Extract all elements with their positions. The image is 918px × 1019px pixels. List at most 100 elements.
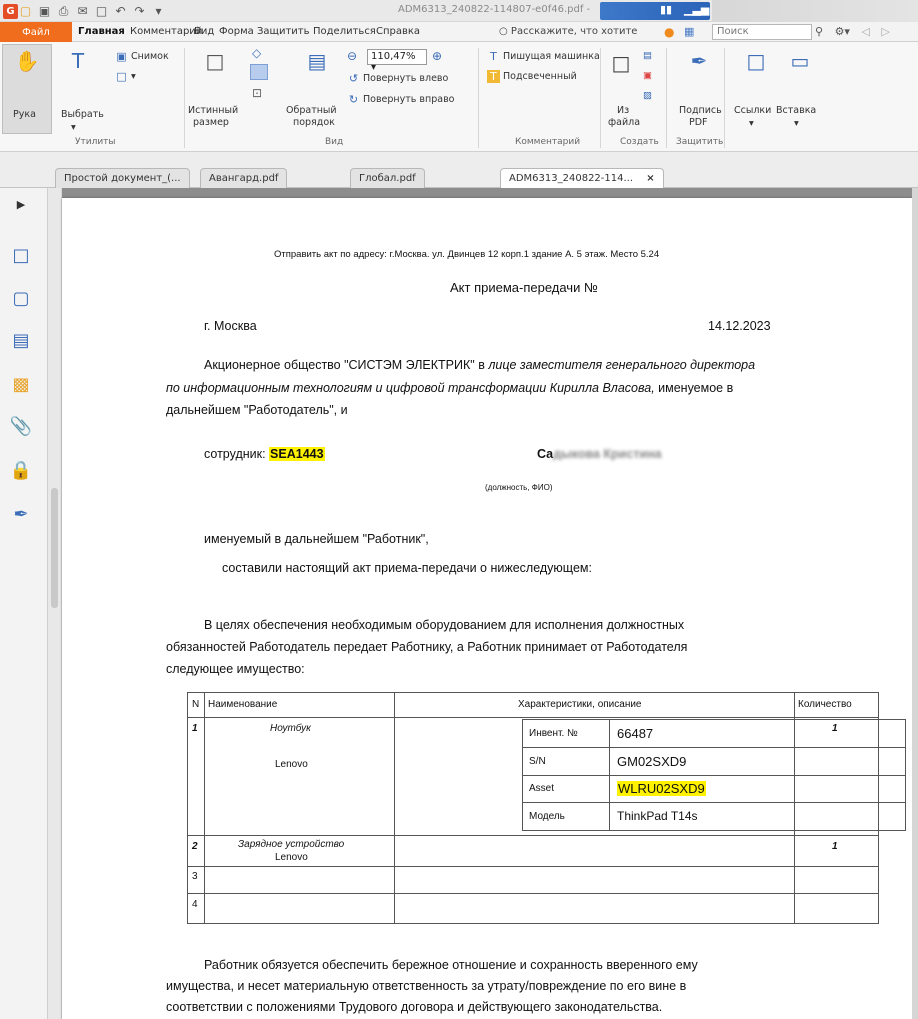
act-date: 14.12.2023 <box>708 319 771 333</box>
comments-icon[interactable]: ▩ <box>9 372 33 396</box>
tab-help[interactable]: Справка <box>376 26 420 37</box>
right-scrollbar[interactable] <box>912 188 918 1019</box>
fit-page-icon[interactable]: ◇ <box>252 46 261 60</box>
zoom-select[interactable]: 110,47% ▾ <box>367 49 427 73</box>
actual-size-icon[interactable]: □ <box>202 48 228 74</box>
email-icon[interactable]: ✉ <box>75 4 90 19</box>
create-clipboard-icon[interactable]: ▨ <box>643 90 652 101</box>
insert-icon[interactable]: ▭ <box>787 48 813 74</box>
view-group-label: Вид <box>325 137 344 147</box>
doc-tab-simple[interactable]: Простой документ_(... <box>55 168 190 188</box>
tab-home[interactable]: Главная <box>78 26 125 37</box>
close-tab-icon[interactable]: × <box>646 173 654 184</box>
print-icon[interactable]: ⎙ <box>56 4 71 19</box>
rotate-right-icon: ↻ <box>348 93 359 106</box>
links-dropdown-icon[interactable]: ▾ <box>749 118 754 129</box>
specs-grid-line <box>523 775 905 776</box>
document-viewport: Отправить акт по адресу: г.Москва. ул. Д… <box>62 188 918 1019</box>
sign-pdf-label-2[interactable]: PDF <box>689 117 708 128</box>
fit-width-icon[interactable] <box>250 64 268 80</box>
layers-icon[interactable]: ▤ <box>9 328 33 352</box>
from-file-label-2[interactable]: файла <box>608 117 640 128</box>
tab-protect[interactable]: Защитить <box>257 26 310 37</box>
sign-pdf-icon[interactable]: ✒ <box>686 48 712 74</box>
search-input[interactable]: Поиск <box>712 24 812 40</box>
intro-line-2: по информационным технологиям и цифровой… <box>166 381 733 395</box>
table-grid-line <box>188 893 878 894</box>
attachments-icon[interactable]: 📎 <box>9 414 33 438</box>
spec-label-serial: S/N <box>529 756 546 767</box>
tab-comment[interactable]: Комментарий <box>130 26 202 37</box>
create-blank-icon[interactable]: ▤ <box>643 50 652 61</box>
typewriter-label: Пишущая машинка <box>503 51 600 62</box>
zoom-in-icon[interactable]: ⊕ <box>432 49 442 63</box>
ribbon-separator <box>666 48 667 148</box>
new-document-icon[interactable]: □ <box>94 4 109 19</box>
reverse-order-label-1[interactable]: Обратный <box>286 105 337 116</box>
insert-dropdown-icon[interactable]: ▾ <box>794 118 799 129</box>
search-icon[interactable]: ⚲ <box>815 25 823 38</box>
feedback-icon[interactable]: ● <box>664 25 674 39</box>
actual-size-label-2[interactable]: размер <box>193 117 229 128</box>
snapshot-button[interactable]: ▣ Снимок <box>115 50 168 63</box>
scrollbar-thumb[interactable] <box>51 488 58 608</box>
spec-value-serial: GM02SXD9 <box>617 754 687 769</box>
tab-share[interactable]: Поделиться <box>313 26 376 37</box>
row-2-number: 2 <box>192 841 198 852</box>
lightbulb-icon: ○ <box>499 26 508 37</box>
ribbon: ✋ Рука T Выбрать ▾ ▣ Снимок □ ▾ Утилиты □ … <box>0 42 918 152</box>
open-folder-icon[interactable]: ▢ <box>18 4 33 19</box>
select-tool-label[interactable]: Выбрать <box>61 109 104 120</box>
customize-toolbar-icon[interactable]: ▾ <box>151 4 166 19</box>
security-lock-icon[interactable]: 🔒 <box>9 458 33 482</box>
intro-signatory: по информационным технологиям и цифровой… <box>166 381 655 395</box>
links-label[interactable]: Ссылки <box>734 105 771 116</box>
redo-icon[interactable]: ↷ <box>132 4 147 19</box>
from-file-label-1[interactable]: Из <box>617 105 629 116</box>
skin-icon[interactable]: ▦ <box>684 25 694 38</box>
doc-tab-adm6313[interactable]: ADM6313_240822-114... × <box>500 168 664 189</box>
tab-view[interactable]: Вид <box>194 26 214 37</box>
intro-role: лице заместителя генерального директора <box>488 358 756 372</box>
typewriter-button[interactable]: T Пишущая машинка <box>487 50 600 63</box>
page-thumbnails-icon[interactable]: ▢ <box>9 286 33 310</box>
menu-file[interactable]: Файл <box>0 22 72 42</box>
links-icon[interactable]: □ <box>743 48 769 74</box>
camera-icon: ▣ <box>116 50 127 63</box>
doc-tab-avangard[interactable]: Авангард.pdf <box>200 168 288 188</box>
employee-line: сотрудник: SEA1443 <box>204 447 325 461</box>
bookmarks-icon[interactable]: □ <box>9 243 33 267</box>
fit-visible-icon[interactable]: ⊡ <box>252 86 262 100</box>
panel-scrollbar[interactable] <box>48 188 62 1019</box>
undo-icon[interactable]: ↶ <box>113 4 128 19</box>
sign-pdf-label-1[interactable]: Подпись <box>679 105 722 116</box>
insert-label[interactable]: Вставка <box>776 105 816 116</box>
intro-line-3: дальнейшем "Работодатель", и <box>166 403 348 417</box>
reverse-order-label-2[interactable]: порядок <box>293 117 335 128</box>
purpose-line-1: В целях обеспечения необходимым оборудов… <box>204 618 685 632</box>
select-dropdown-icon[interactable]: ▾ <box>71 122 76 133</box>
rotate-right-button[interactable]: ↻ Повернуть вправо <box>347 93 455 106</box>
highlight-button[interactable]: T Подсвеченный <box>487 70 577 83</box>
settings-icon[interactable]: ⚙▾ <box>835 25 850 38</box>
clipboard-button[interactable]: □ ▾ <box>115 70 135 83</box>
signatures-icon[interactable]: ✒ <box>9 502 33 526</box>
highlight-label: Подсвеченный <box>503 71 577 82</box>
rotate-left-button[interactable]: ↺ Повернуть влево <box>347 72 448 85</box>
nav-back-icon[interactable]: ◁ <box>861 25 869 38</box>
doc-tab-global[interactable]: Глобал.pdf <box>350 168 425 188</box>
send-address-line: Отправить акт по адресу: г.Москва. ул. Д… <box>274 249 660 260</box>
nav-forward-icon[interactable]: ▷ <box>881 25 889 38</box>
hand-tool-label: Рука <box>13 109 36 120</box>
select-text-icon[interactable]: T <box>65 48 91 74</box>
zoom-out-icon[interactable]: ⊖ <box>347 49 357 63</box>
tab-form[interactable]: Форма <box>219 26 254 37</box>
actual-size-label-1[interactable]: Истинный <box>188 105 238 116</box>
create-scanner-icon[interactable]: ▣ <box>643 70 652 81</box>
intro-company: Акционерное общество "СИСТЭМ ЭЛЕКТРИК" в <box>204 358 489 372</box>
from-file-icon[interactable]: □ <box>608 50 634 76</box>
expand-panel-icon[interactable]: ▶ <box>9 192 33 216</box>
save-icon[interactable]: ▣ <box>37 4 52 19</box>
reverse-order-icon[interactable]: ▤ <box>304 48 330 74</box>
tell-me-box[interactable]: ○ Расскажите, что хотите <box>499 26 637 37</box>
